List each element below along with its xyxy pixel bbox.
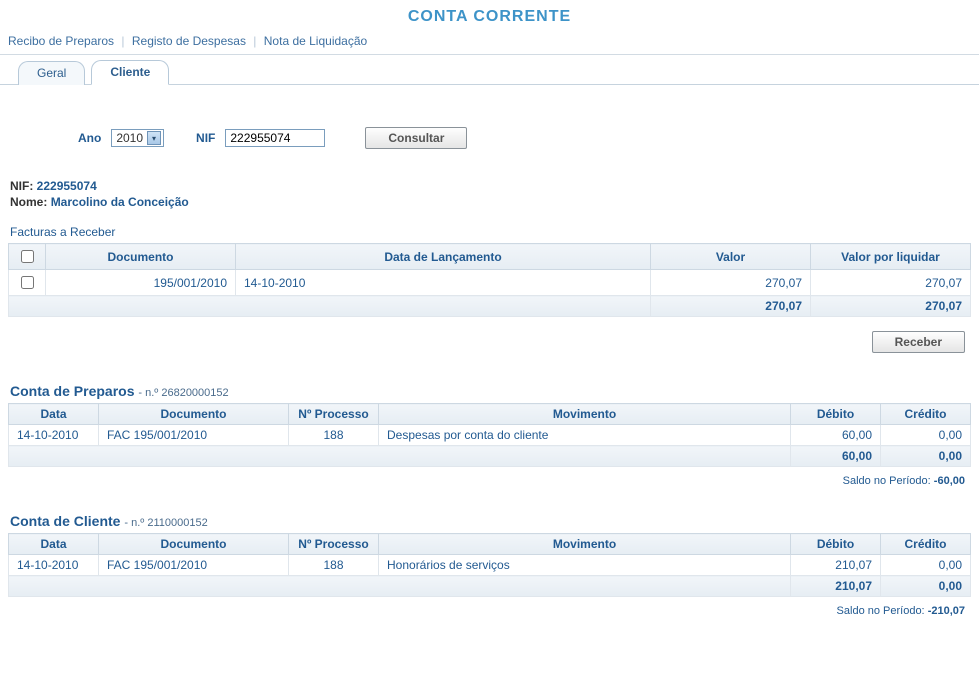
page-title: CONTA CORRENTE bbox=[0, 0, 979, 30]
breadcrumb: Recibo de Preparos | Registo de Despesas… bbox=[0, 30, 979, 54]
col-movimento: Movimento bbox=[379, 534, 791, 555]
cell-data: 14-10-2010 bbox=[236, 270, 651, 296]
table-row: 195/001/2010 14-10-2010 270,07 270,07 bbox=[9, 270, 971, 296]
preparos-sub: - n.º 26820000152 bbox=[138, 387, 228, 399]
preparos-title: Conta de Preparos bbox=[10, 383, 134, 399]
client-nome-label: Nome: bbox=[10, 195, 47, 209]
section-title-preparos: Conta de Preparos - n.º 26820000152 bbox=[8, 357, 971, 403]
table-header-row: Data Documento Nº Processo Movimento Déb… bbox=[9, 404, 971, 425]
ano-label: Ano bbox=[78, 131, 101, 145]
content-area: Ano 2010 ▾ NIF Consultar NIF: 222955074 … bbox=[0, 85, 979, 631]
col-documento: Documento bbox=[46, 244, 236, 270]
saldo-label: Saldo no Período: bbox=[843, 475, 931, 487]
checkbox-row[interactable] bbox=[21, 276, 34, 289]
table-total-row: 60,00 0,00 bbox=[9, 446, 971, 467]
table-facturas: Documento Data de Lançamento Valor Valor… bbox=[8, 243, 971, 317]
client-nif-label: NIF: bbox=[10, 179, 33, 193]
ano-value: 2010 bbox=[116, 131, 143, 145]
col-documento: Documento bbox=[99, 534, 289, 555]
table-row: 14-10-2010 FAC 195/001/2010 188 Despesas… bbox=[9, 425, 971, 446]
col-processo: Nº Processo bbox=[289, 534, 379, 555]
cliente-sub: - n.º 2110000152 bbox=[124, 517, 207, 529]
tab-cliente[interactable]: Cliente bbox=[91, 60, 169, 85]
cell-processo: 188 bbox=[289, 555, 379, 576]
cell-credito: 0,00 bbox=[881, 425, 971, 446]
cell-debito: 210,07 bbox=[791, 555, 881, 576]
cell-data: 14-10-2010 bbox=[9, 425, 99, 446]
col-documento: Documento bbox=[99, 404, 289, 425]
client-info: NIF: 222955074 Nome: Marcolino da Concei… bbox=[8, 177, 971, 215]
col-movimento: Movimento bbox=[379, 404, 791, 425]
receber-button[interactable]: Receber bbox=[872, 331, 965, 353]
total-valor: 270,07 bbox=[651, 296, 811, 317]
cell-movimento: Despesas por conta do cliente bbox=[379, 425, 791, 446]
section-title-facturas: Facturas a Receber bbox=[8, 215, 971, 243]
table-header-row: Documento Data de Lançamento Valor Valor… bbox=[9, 244, 971, 270]
client-nif-value: 222955074 bbox=[37, 179, 97, 193]
total-credito: 0,00 bbox=[881, 576, 971, 597]
ano-select[interactable]: 2010 ▾ bbox=[111, 129, 164, 147]
link-documento[interactable]: 195/001/2010 bbox=[154, 276, 227, 290]
cliente-saldo: Saldo no Período: -210,07 bbox=[8, 597, 971, 617]
section-title-cliente: Conta de Cliente - n.º 2110000152 bbox=[8, 487, 971, 533]
total-valor-liq: 270,07 bbox=[811, 296, 971, 317]
cell-data: 14-10-2010 bbox=[9, 555, 99, 576]
saldo-label: Saldo no Período: bbox=[837, 605, 925, 617]
cell-credito: 0,00 bbox=[881, 555, 971, 576]
link-nota-liquidacao[interactable]: Nota de Liquidação bbox=[264, 34, 367, 48]
total-credito: 0,00 bbox=[881, 446, 971, 467]
cell-movimento: Honorários de serviços bbox=[379, 555, 791, 576]
table-total-row: 210,07 0,00 bbox=[9, 576, 971, 597]
cell-valor-liq: 270,07 bbox=[811, 270, 971, 296]
search-form: Ano 2010 ▾ NIF Consultar bbox=[8, 91, 971, 177]
cell-valor: 270,07 bbox=[651, 270, 811, 296]
table-total-row: 270,07 270,07 bbox=[9, 296, 971, 317]
col-debito: Débito bbox=[791, 404, 881, 425]
nif-input[interactable] bbox=[225, 129, 325, 147]
separator: | bbox=[249, 34, 260, 48]
col-valor-liq: Valor por liquidar bbox=[811, 244, 971, 270]
cliente-title: Conta de Cliente bbox=[10, 513, 120, 529]
col-data: Data bbox=[9, 534, 99, 555]
facturas-actions: Receber bbox=[8, 317, 971, 357]
chevron-down-icon: ▾ bbox=[147, 131, 161, 145]
table-preparos: Data Documento Nº Processo Movimento Déb… bbox=[8, 403, 971, 467]
checkbox-select-all[interactable] bbox=[21, 250, 34, 263]
link-documento[interactable]: FAC 195/001/2010 bbox=[107, 428, 207, 442]
col-valor: Valor bbox=[651, 244, 811, 270]
cell-debito: 60,00 bbox=[791, 425, 881, 446]
table-row: 14-10-2010 FAC 195/001/2010 188 Honorári… bbox=[9, 555, 971, 576]
nif-label: NIF bbox=[196, 131, 215, 145]
consultar-button[interactable]: Consultar bbox=[365, 127, 467, 149]
col-data: Data bbox=[9, 404, 99, 425]
col-credito: Crédito bbox=[881, 404, 971, 425]
link-documento[interactable]: FAC 195/001/2010 bbox=[107, 558, 207, 572]
cell-processo: 188 bbox=[289, 425, 379, 446]
total-debito: 60,00 bbox=[791, 446, 881, 467]
table-cliente: Data Documento Nº Processo Movimento Déb… bbox=[8, 533, 971, 597]
saldo-value: -60,00 bbox=[934, 475, 965, 487]
col-data: Data de Lançamento bbox=[236, 244, 651, 270]
col-processo: Nº Processo bbox=[289, 404, 379, 425]
saldo-value: -210,07 bbox=[928, 605, 965, 617]
tab-bar: Geral Cliente bbox=[0, 55, 979, 85]
table-header-row: Data Documento Nº Processo Movimento Déb… bbox=[9, 534, 971, 555]
col-credito: Crédito bbox=[881, 534, 971, 555]
link-recibo-preparos[interactable]: Recibo de Preparos bbox=[8, 34, 114, 48]
col-debito: Débito bbox=[791, 534, 881, 555]
preparos-saldo: Saldo no Período: -60,00 bbox=[8, 467, 971, 487]
total-debito: 210,07 bbox=[791, 576, 881, 597]
link-registo-despesas[interactable]: Registo de Despesas bbox=[132, 34, 246, 48]
tab-geral[interactable]: Geral bbox=[18, 61, 85, 85]
separator: | bbox=[117, 34, 128, 48]
client-nome-value: Marcolino da Conceição bbox=[51, 195, 189, 209]
